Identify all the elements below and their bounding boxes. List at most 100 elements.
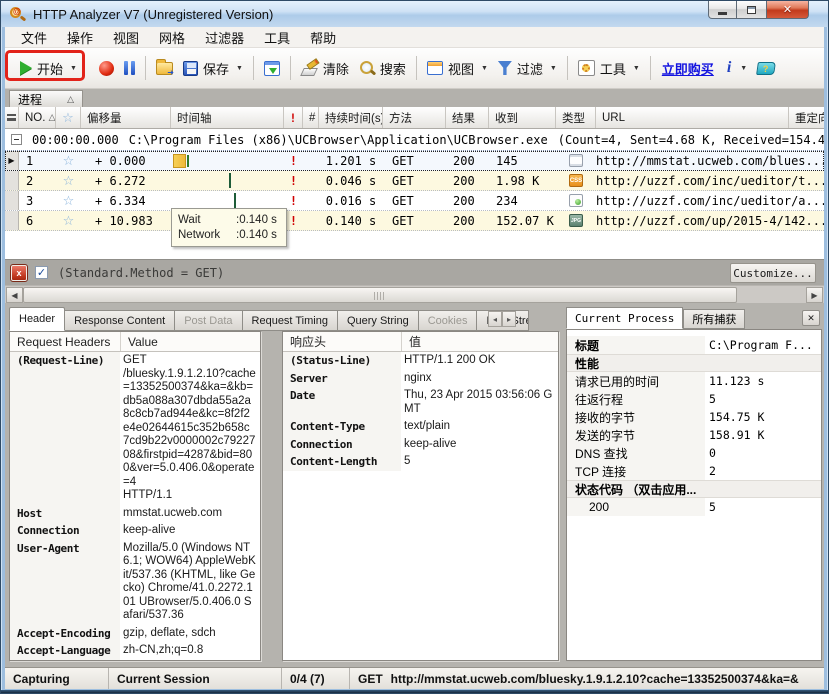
stat-row[interactable]: 状态代码 （双击应用... xyxy=(567,480,821,498)
menu-item[interactable]: 工具 xyxy=(254,27,300,49)
column-url[interactable]: URL xyxy=(596,107,789,128)
favorite-star-icon[interactable]: ☆ xyxy=(56,211,81,230)
close-panel-button[interactable]: ✕ xyxy=(802,310,820,326)
favorite-star-icon[interactable]: ☆ xyxy=(56,151,81,170)
cell-no: 6 xyxy=(19,211,56,230)
scrollbar-thumb[interactable] xyxy=(23,287,737,303)
open-folder-icon xyxy=(156,62,173,75)
header-name: Date xyxy=(283,387,401,418)
tab-scroll-right[interactable]: ▸ xyxy=(502,311,516,327)
menu-item[interactable]: 操作 xyxy=(57,27,103,49)
value-column: Value xyxy=(120,332,260,351)
detail-tab[interactable]: Request Timing xyxy=(243,310,338,331)
value-column: 值 xyxy=(401,332,558,351)
column-warning[interactable]: ! xyxy=(284,107,303,128)
column-hash[interactable]: # xyxy=(303,107,319,128)
save-button[interactable]: 保存 ▼ xyxy=(178,55,248,82)
favorite-star-icon[interactable]: ☆ xyxy=(56,191,81,210)
stat-row[interactable]: 发送的字节 158.91 K xyxy=(567,426,821,444)
column-duration[interactable]: 持续时间(s) xyxy=(319,107,383,128)
scroll-left-arrow[interactable]: ◀ xyxy=(6,287,23,303)
column-config-button[interactable] xyxy=(5,107,19,128)
chevron-down-icon[interactable]: ▼ xyxy=(633,65,640,72)
cell-received: 1.98 K xyxy=(489,171,556,190)
menu-item[interactable]: 文件 xyxy=(11,27,57,49)
remove-filter-button[interactable]: x xyxy=(11,265,27,281)
buy-now-link[interactable]: 立即购买 xyxy=(656,59,720,78)
menu-item[interactable]: 帮助 xyxy=(300,27,346,49)
column-result[interactable]: 结果 xyxy=(446,107,489,128)
status-url: http://mmstat.ucweb.com/bluesky.1.9.1.2.… xyxy=(391,672,799,686)
tab-scroll-arrows: ◂ ▸ xyxy=(488,311,516,327)
cell-type: CSS xyxy=(556,171,596,190)
column-timeline[interactable]: 时间轴 xyxy=(171,107,284,128)
restore-button[interactable] xyxy=(737,1,766,19)
tab-all-captures[interactable]: 所有捕获 xyxy=(683,309,745,329)
clear-label: 清除 xyxy=(323,59,349,78)
stat-row[interactable]: 往返行程 5 xyxy=(567,390,821,408)
filter-label: 过滤 xyxy=(517,59,543,78)
close-button[interactable]: ✕ xyxy=(766,1,809,19)
table-row[interactable]: ▶ 1 ☆ + 0.000 ! 1.201 s GET 200 145 http… xyxy=(5,151,824,171)
column-offset[interactable]: 偏移量 xyxy=(81,107,171,128)
group-row[interactable]: 00:00:00.000 C:\Program Files (x86)\UCBr… xyxy=(5,129,824,151)
chevron-down-icon[interactable]: ▼ xyxy=(70,65,77,72)
detail-tab[interactable]: Cookies xyxy=(419,310,478,331)
stat-row[interactable]: 标题 C:\Program F... xyxy=(567,336,821,354)
tab-current-process[interactable]: Current Process xyxy=(566,307,683,329)
header-value: zh-CN,zh;q=0.8 xyxy=(120,642,260,660)
clear-button[interactable]: 清除 xyxy=(296,55,354,82)
column-method[interactable]: 方法 xyxy=(383,107,446,128)
column-received[interactable]: 收到 xyxy=(489,107,556,128)
view-button[interactable]: 视图 ▼ xyxy=(422,55,493,82)
table-row[interactable]: 2 ☆ + 6.272 ! 0.046 s GET 200 1.98 K CSS… xyxy=(5,171,824,191)
menu-item[interactable]: 过滤器 xyxy=(195,27,254,49)
start-button[interactable]: 开始 ▼ xyxy=(15,55,82,82)
horizontal-scrollbar[interactable]: ◀ ▶ xyxy=(5,285,824,303)
column-favorite[interactable]: ☆ xyxy=(56,107,81,128)
grid-header: NO. △ ☆ 偏移量 时间轴 ! # 持续时间(s) 方法 结果 收到 类型 … xyxy=(5,107,824,129)
stop-button[interactable] xyxy=(94,57,119,80)
stat-row[interactable]: 性能 xyxy=(567,354,821,372)
cell-duration: 0.016 s xyxy=(319,191,383,210)
column-type[interactable]: 类型 xyxy=(556,107,596,128)
tools-button[interactable]: 工具 ▼ xyxy=(573,55,645,82)
info-button[interactable]: i ▼ xyxy=(720,55,752,81)
open-button[interactable] xyxy=(151,58,178,79)
table-row[interactable]: 6 ☆ + 10.983 ! 0.140 s GET 200 152.07 K … xyxy=(5,211,824,231)
menu-item[interactable]: 视图 xyxy=(103,27,149,49)
column-no[interactable]: NO. △ xyxy=(19,107,56,128)
filter-bar: x ✓ (Standard.Method = GET) Customize... xyxy=(5,259,824,285)
pause-button[interactable] xyxy=(119,57,140,79)
group-by-process-tab[interactable]: 进程 △ xyxy=(9,90,83,107)
table-row[interactable]: 3 ☆ + 6.334 ! 0.016 s GET 200 234 http:/… xyxy=(5,191,824,211)
chevron-down-icon[interactable]: ▼ xyxy=(550,65,557,72)
minimize-button[interactable] xyxy=(708,1,737,19)
customize-button[interactable]: Customize... xyxy=(730,263,816,283)
stat-row[interactable]: TCP 连接 2 xyxy=(567,462,821,480)
filter-enabled-checkbox[interactable]: ✓ xyxy=(35,266,48,279)
detail-tab[interactable]: Response Content xyxy=(65,310,175,331)
chevron-down-icon[interactable]: ▼ xyxy=(236,65,243,72)
stat-row[interactable]: DNS 查找 0 xyxy=(567,444,821,462)
scroll-right-arrow[interactable]: ▶ xyxy=(806,287,823,303)
help-button[interactable]: ? xyxy=(752,58,780,79)
detail-tab[interactable]: Post Data xyxy=(175,310,242,331)
search-button[interactable]: 搜索 xyxy=(354,55,411,82)
tab-scroll-left[interactable]: ◂ xyxy=(488,311,502,327)
detail-tab[interactable]: Query String xyxy=(338,310,419,331)
filter-button[interactable]: 过滤 ▼ xyxy=(493,55,562,82)
chevron-down-icon[interactable]: ▼ xyxy=(740,65,747,72)
stat-row[interactable]: 请求已用的时间 11.123 s xyxy=(567,372,821,390)
chevron-down-icon[interactable]: ▼ xyxy=(481,65,488,72)
export-button[interactable] xyxy=(259,57,285,80)
stat-row[interactable]: 200 5 xyxy=(567,498,821,516)
favorite-star-icon[interactable]: ☆ xyxy=(56,171,81,190)
menu-item[interactable]: 网格 xyxy=(149,27,195,49)
detail-tab[interactable]: Header xyxy=(9,307,65,331)
collapse-icon[interactable] xyxy=(11,134,22,145)
separator xyxy=(290,56,291,80)
group-time: 00:00:00.000 xyxy=(32,133,119,147)
stat-row[interactable]: 接收的字节 154.75 K xyxy=(567,408,821,426)
column-redirect[interactable]: 重定向 xyxy=(789,107,824,128)
